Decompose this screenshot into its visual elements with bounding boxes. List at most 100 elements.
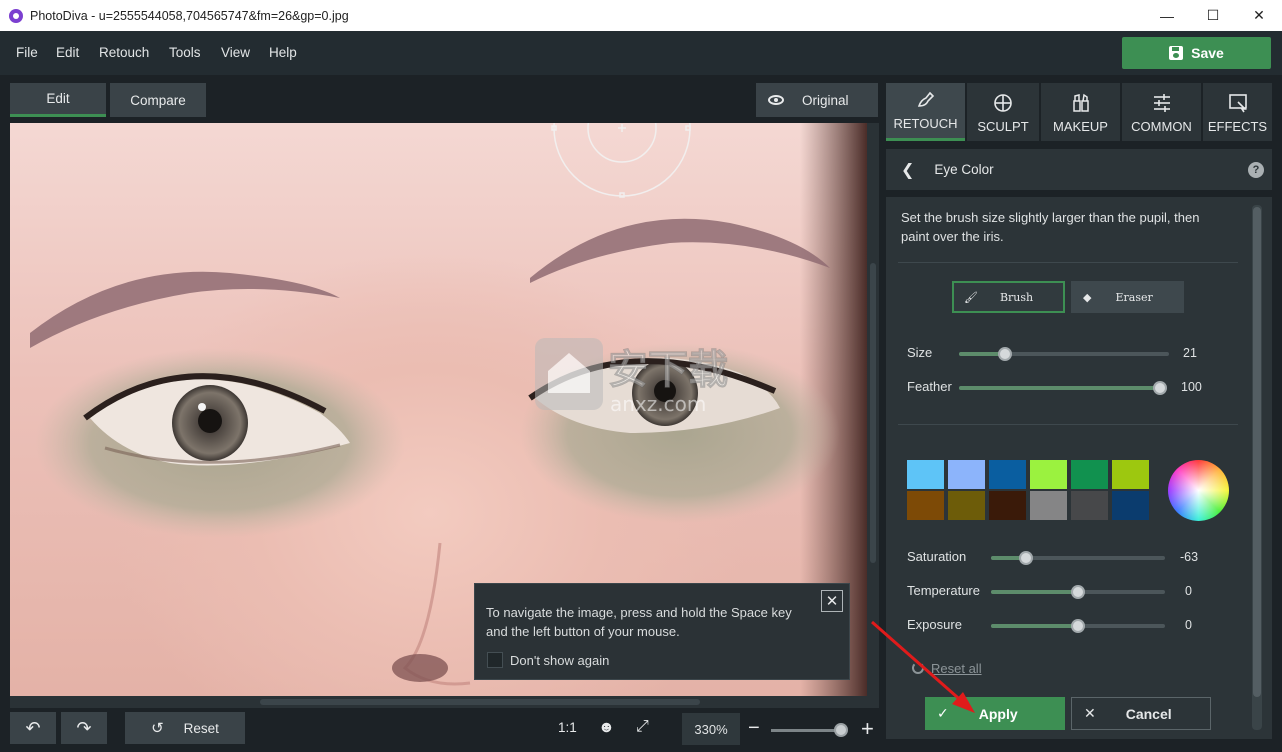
zoom-out-button[interactable]: − <box>748 717 760 740</box>
tab-retouch[interactable]: RETOUCH <box>886 83 965 141</box>
minimize-button[interactable]: — <box>1144 0 1190 31</box>
color-swatch[interactable] <box>1112 491 1149 520</box>
tab-effects[interactable]: EFFECTS <box>1203 83 1272 141</box>
panel-title: Eye Color <box>934 162 994 177</box>
floppy-disk-icon <box>1169 46 1184 60</box>
color-swatch[interactable] <box>989 460 1026 489</box>
menu-bar: File Edit Retouch Tools View Help <box>0 31 1282 75</box>
menu-view[interactable]: View <box>221 31 250 75</box>
zoom-level-field[interactable]: 330% <box>682 713 740 745</box>
tab-makeup-label: MAKEUP <box>1053 119 1108 134</box>
sculpt-icon <box>994 94 1012 112</box>
vertical-scroll-thumb[interactable] <box>870 263 876 563</box>
feather-label: Feather <box>907 379 952 394</box>
eraser-icon: ◆ <box>1083 290 1092 304</box>
tab-edit[interactable]: Edit <box>10 83 106 117</box>
size-slider[interactable] <box>959 347 1169 361</box>
exposure-value: 0 <box>1185 618 1192 632</box>
instruction-text: Set the brush size slightly larger than … <box>901 210 1200 244</box>
temperature-value: 0 <box>1185 584 1192 598</box>
apply-button[interactable]: ✓ Apply <box>925 697 1065 730</box>
saturation-slider[interactable] <box>991 551 1165 565</box>
dont-show-again-checkbox[interactable] <box>487 652 503 668</box>
undo-button[interactable]: ↶ <box>10 712 56 744</box>
eraser-label: Eraser <box>1115 290 1153 304</box>
reset-button[interactable]: ↺ Reset <box>125 712 245 744</box>
tab-common-label: COMMON <box>1131 119 1192 134</box>
color-swatch[interactable] <box>989 491 1026 520</box>
menu-retouch[interactable]: Retouch <box>99 31 149 75</box>
reset-icon: ↺ <box>151 720 164 737</box>
canvas-vertical-scrollbar[interactable] <box>867 123 879 696</box>
tab-common[interactable]: COMMON <box>1122 83 1201 141</box>
panel-scroll-thumb[interactable] <box>1253 207 1261 697</box>
eraser-tool-button[interactable]: ◆ Eraser <box>1071 281 1184 313</box>
panel-header: ❮ Eye Color ? <box>886 149 1272 190</box>
tab-makeup[interactable]: MAKEUP <box>1041 83 1120 141</box>
sliders-icon <box>1153 94 1170 112</box>
menu-tools[interactable]: Tools <box>169 31 201 75</box>
feather-slider[interactable] <box>959 381 1167 395</box>
color-swatch[interactable] <box>1071 460 1108 489</box>
color-swatch[interactable] <box>907 460 944 489</box>
color-swatch[interactable] <box>1030 460 1067 489</box>
color-swatch[interactable] <box>1030 491 1067 520</box>
feather-slider-knob[interactable] <box>1153 381 1167 395</box>
dont-show-again-label: Don't show again <box>510 653 610 668</box>
temperature-label: Temperature <box>907 583 980 598</box>
right-eyebrow <box>530 218 830 283</box>
color-swatch[interactable] <box>948 491 985 520</box>
tab-sculpt-label: SCULPT <box>977 119 1029 134</box>
feather-value: 100 <box>1181 380 1202 394</box>
actual-size-button[interactable]: 1:1 <box>558 720 577 735</box>
app-logo-icon <box>9 8 23 23</box>
size-value: 21 <box>1183 346 1197 360</box>
temperature-slider-knob[interactable] <box>1071 585 1085 599</box>
color-swatch[interactable] <box>907 491 944 520</box>
color-swatch[interactable] <box>948 460 985 489</box>
cancel-button[interactable]: ✕ Cancel <box>1071 697 1211 730</box>
close-window-button[interactable]: ✕ <box>1236 0 1282 31</box>
exposure-slider[interactable] <box>991 619 1165 633</box>
check-icon: ✓ <box>937 705 949 721</box>
color-swatch[interactable] <box>1112 460 1149 489</box>
panel-scrollbar[interactable] <box>1252 205 1262 730</box>
redo-button[interactable]: ↷ <box>61 712 107 744</box>
menu-file[interactable]: File <box>16 31 38 75</box>
color-swatch[interactable] <box>1071 491 1108 520</box>
zoom-slider-knob[interactable] <box>834 723 848 737</box>
help-icon[interactable]: ? <box>1248 162 1264 178</box>
brush-label: Brush <box>999 290 1034 304</box>
horizontal-scroll-thumb[interactable] <box>260 699 700 705</box>
reset-all-link[interactable]: Reset all <box>931 661 982 676</box>
tip-close-button[interactable]: ✕ <box>821 590 843 612</box>
maximize-button[interactable]: ☐ <box>1190 0 1236 31</box>
save-button[interactable]: Save <box>1122 37 1271 69</box>
size-label: Size <box>907 345 933 360</box>
makeup-icon <box>1072 93 1089 112</box>
back-chevron-icon[interactable]: ❮ <box>901 160 914 180</box>
menu-edit[interactable]: Edit <box>56 31 79 75</box>
zoom-in-button[interactable]: + <box>861 716 874 742</box>
original-toggle-button[interactable]: Original <box>756 83 878 117</box>
temperature-slider[interactable] <box>991 585 1165 599</box>
redo-icon: ↷ <box>76 717 92 738</box>
canvas-horizontal-scrollbar[interactable] <box>10 696 879 708</box>
fit-screen-icon[interactable]: ⤢ <box>636 718 649 736</box>
brush-tool-button[interactable]: 🖌 Brush <box>952 281 1065 313</box>
color-wheel-picker[interactable] <box>1168 460 1229 521</box>
effects-icon <box>1228 94 1247 113</box>
face-detect-icon[interactable]: ☻ <box>598 719 615 737</box>
saturation-slider-knob[interactable] <box>1018 551 1033 565</box>
menu-help[interactable]: Help <box>269 31 297 75</box>
divider <box>898 262 1238 263</box>
tab-sculpt[interactable]: SCULPT <box>967 83 1039 141</box>
temperature-slider-fill <box>991 590 1078 594</box>
watermark-text: 安下载 <box>608 347 728 393</box>
exposure-slider-knob[interactable] <box>1071 619 1085 633</box>
zoom-slider[interactable] <box>771 729 843 732</box>
reset-label: Reset <box>183 720 219 736</box>
tab-compare[interactable]: Compare <box>110 83 206 117</box>
saturation-label: Saturation <box>907 549 967 564</box>
undo-icon: ↶ <box>25 717 41 738</box>
